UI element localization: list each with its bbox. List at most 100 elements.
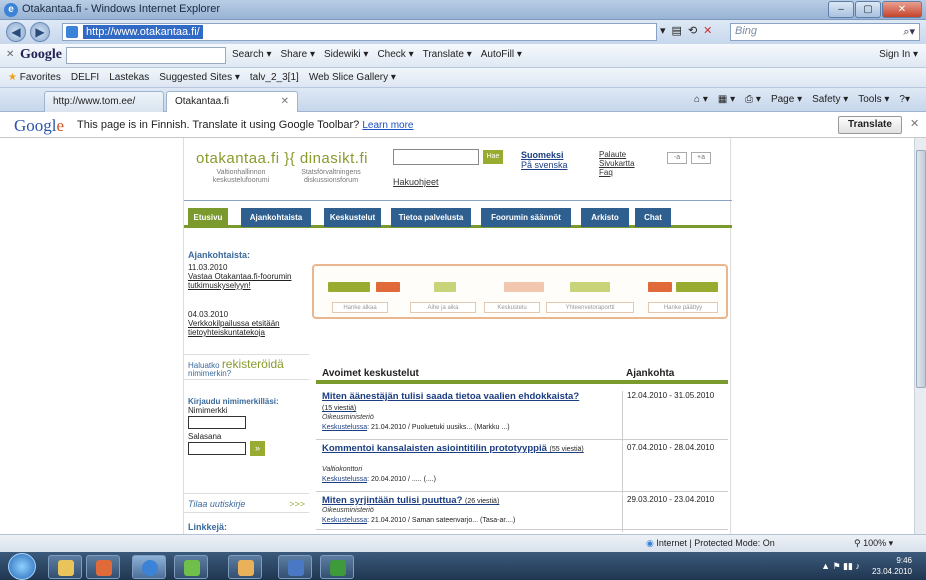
- fav-suggested[interactable]: Suggested Sites ▾: [159, 72, 240, 83]
- vertical-scrollbar[interactable]: [914, 138, 926, 534]
- home-icon[interactable]: ⌂ ▾: [694, 94, 708, 105]
- last-message-link[interactable]: Keskustelussa: [322, 517, 367, 524]
- taskbar-excel[interactable]: [320, 555, 354, 579]
- username-label: Nimimerkki: [188, 406, 228, 415]
- fav-delfi[interactable]: DELFI: [71, 72, 99, 83]
- fav-talv[interactable]: talv_2_3[1]: [250, 72, 299, 83]
- maximize-button[interactable]: ▢: [855, 1, 881, 18]
- tab-otakantaa[interactable]: Otakantaa.fi ✕: [166, 91, 298, 112]
- scroll-thumb[interactable]: [916, 150, 926, 388]
- faq-link[interactable]: Faq: [599, 168, 635, 177]
- feedback-link[interactable]: Palaute: [599, 150, 635, 159]
- word-icon: [288, 560, 304, 576]
- newsletter-link[interactable]: Tilaa uutiskirje >>>: [184, 493, 309, 513]
- gt-sidewiki[interactable]: Sidewiki ▾: [324, 49, 368, 60]
- favorites-bar: ★ Favorites DELFI Lastekas Suggested Sit…: [0, 68, 926, 88]
- gt-translate[interactable]: Translate ▾: [423, 49, 472, 60]
- discussion-link[interactable]: Miten syrjintään tulisi puuttua? (26 vie…: [322, 495, 622, 507]
- star-icon: ★: [8, 72, 17, 83]
- safety-menu[interactable]: Safety ▾: [812, 94, 848, 105]
- banner-label: Aihe ja aika: [410, 302, 476, 313]
- discussion-link[interactable]: Miten äänestäjän tulisi saada tietoa vaa…: [322, 391, 622, 414]
- nav-saannot[interactable]: Foorumin säännöt: [481, 208, 571, 227]
- site-logo[interactable]: otakantaa.fi }{ dinasikt.fi: [196, 150, 368, 167]
- login-button[interactable]: »: [250, 441, 265, 456]
- news-link-2[interactable]: Verkkokilpailussa etsitään tietoyhteisku…: [188, 319, 280, 337]
- tools-menu[interactable]: Tools ▾: [858, 94, 889, 105]
- excel-icon: [330, 560, 346, 576]
- feeds-icon[interactable]: ▦ ▾: [718, 94, 735, 105]
- news-link-1[interactable]: Vastaa Otakantaa.fi-foorumin tutkimuskys…: [188, 272, 291, 290]
- page-menu[interactable]: Page ▾: [771, 94, 802, 105]
- last-message-link[interactable]: Keskustelussa: [322, 476, 367, 483]
- taskbar-media[interactable]: [86, 555, 120, 579]
- step-end-icon: [676, 282, 718, 292]
- password-input[interactable]: [188, 442, 246, 455]
- gt-autofill[interactable]: AutoFill ▾: [481, 49, 522, 60]
- register-link[interactable]: Haluatko rekisteröidä nimimerkin?: [184, 354, 309, 380]
- nav-keskustelut[interactable]: Keskustelut: [324, 208, 381, 227]
- close-window-button[interactable]: ✕: [882, 1, 922, 18]
- minimize-button[interactable]: –: [828, 1, 854, 18]
- gt-share[interactable]: Share ▾: [280, 49, 314, 60]
- nav-tietoa[interactable]: Tietoa palvelusta: [391, 208, 471, 227]
- news-item: 04.03.2010 Verkkokilpailussa etsitään ti…: [188, 310, 280, 337]
- zoom-control[interactable]: ⚲ 100% ▾: [854, 538, 893, 549]
- nav-chat[interactable]: Chat: [635, 208, 671, 227]
- taskbar-explorer[interactable]: [48, 555, 82, 579]
- start-button[interactable]: [8, 553, 36, 580]
- lang-swedish[interactable]: På svenska: [521, 160, 568, 170]
- dropdown-icon[interactable]: ▾: [660, 24, 666, 37]
- back-button[interactable]: ◀: [6, 22, 26, 42]
- close-tab-icon[interactable]: ✕: [281, 96, 289, 107]
- taskbar-word[interactable]: [278, 555, 312, 579]
- fav-lastekas[interactable]: Lastekas: [109, 72, 149, 83]
- tab-tom[interactable]: http://www.tom.ee/: [44, 91, 164, 112]
- taskbar-app[interactable]: [174, 555, 208, 579]
- google-search-input[interactable]: [66, 47, 226, 64]
- page-content: otakantaa.fi }{ dinasikt.fi Valtionhalli…: [0, 138, 914, 534]
- nav-ajankohtaista[interactable]: Ajankohtaista: [241, 208, 311, 227]
- clock[interactable]: 9:46 23.04.2010: [872, 555, 912, 577]
- nav-arkisto[interactable]: Arkisto: [581, 208, 629, 227]
- fav-webslice[interactable]: Web Slice Gallery ▾: [309, 72, 396, 83]
- sitemap-link[interactable]: Sivukartta: [599, 159, 635, 168]
- news-item: 11.03.2010 Vastaa Otakantaa.fi-foorumin …: [188, 263, 292, 290]
- refresh-icon[interactable]: ⟲: [688, 24, 697, 37]
- sign-in-button[interactable]: Sign In ▾: [879, 49, 918, 60]
- news-heading: Ajankohtaista:: [188, 250, 251, 260]
- left-column: Ajankohtaista: 11.03.2010 Vastaa Otakant…: [184, 250, 309, 534]
- taskbar-ie[interactable]: [132, 555, 166, 579]
- font-smaller-button[interactable]: -a: [667, 152, 687, 164]
- security-zone[interactable]: ◉ Internet | Protected Mode: On: [646, 538, 775, 549]
- last-message-link[interactable]: Keskustelussa: [322, 424, 367, 431]
- search-help-link[interactable]: Hakuohjeet: [393, 177, 439, 187]
- search-icon[interactable]: ⌕▾: [903, 25, 915, 39]
- close-toolbar-icon[interactable]: ✕: [6, 49, 14, 60]
- taskbar-paint[interactable]: [228, 555, 262, 579]
- lang-finnish[interactable]: Suomeksi: [521, 150, 568, 160]
- search-input[interactable]: Bing ⌕▾: [730, 23, 920, 41]
- stop-icon[interactable]: ✕: [703, 24, 712, 37]
- favorites-button[interactable]: ★ Favorites: [8, 72, 61, 83]
- print-icon[interactable]: ⎙ ▾: [745, 94, 761, 105]
- site-search-button[interactable]: Hae: [483, 150, 503, 164]
- compat-icon[interactable]: ▤: [672, 24, 682, 37]
- folder-icon: [58, 560, 74, 576]
- topic-icon: [434, 282, 456, 292]
- discussion-link[interactable]: Kommentoi kansalaisten asiointitilin pro…: [322, 443, 622, 455]
- learn-more-link[interactable]: Learn more: [362, 120, 413, 131]
- forward-button[interactable]: ▶: [30, 22, 50, 42]
- font-larger-button[interactable]: +a: [691, 152, 711, 164]
- nav-etusivu[interactable]: Etusivu: [188, 208, 228, 227]
- username-input[interactable]: [188, 416, 246, 429]
- tray-icons[interactable]: ▲ ⚑ ▮▮ ♪: [821, 561, 860, 572]
- gt-search[interactable]: Search ▾: [232, 49, 271, 60]
- site-search-input[interactable]: [393, 149, 479, 165]
- table-row: Miten syrjintään tulisi puuttua? (26 vie…: [316, 492, 728, 532]
- close-translate-icon[interactable]: ✕: [910, 117, 919, 130]
- translate-button[interactable]: Translate: [838, 116, 902, 134]
- gt-check[interactable]: Check ▾: [377, 49, 413, 60]
- url-field[interactable]: http://www.otakantaa.fi/: [62, 23, 657, 41]
- help-icon[interactable]: ?▾: [899, 94, 910, 105]
